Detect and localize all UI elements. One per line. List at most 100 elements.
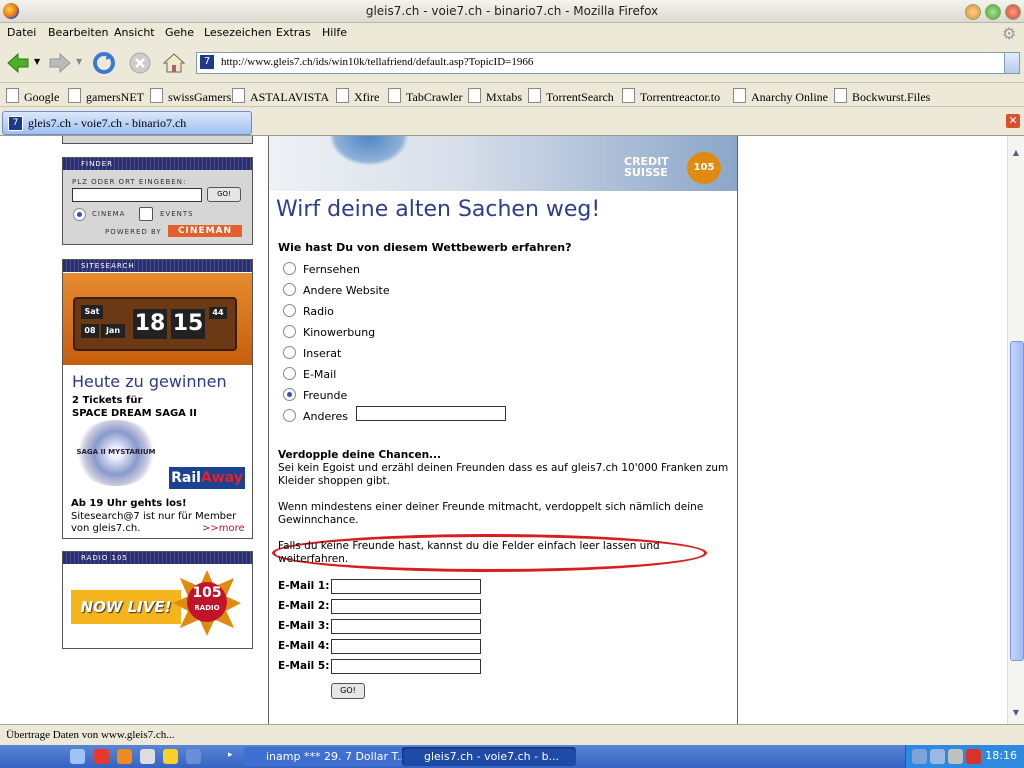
option-freunde[interactable]: Freunde — [283, 388, 347, 402]
option-radio[interactable]: Radio — [283, 304, 334, 318]
reload-icon[interactable] — [92, 51, 116, 75]
url-text[interactable]: http://www.gleis7.ch/ids/win10k/tellafri… — [221, 56, 533, 68]
events-checkbox[interactable] — [139, 207, 153, 221]
bookmark-bockwurst-files[interactable]: Bockwurst.Files — [834, 88, 930, 105]
task-winamp[interactable]: inamp *** 29. 7 Dollar T... — [244, 747, 412, 766]
bookmark-xfire[interactable]: Xfire — [336, 88, 379, 105]
tray-mail-icon[interactable] — [966, 749, 981, 764]
bookmark-google[interactable]: Google — [6, 88, 59, 105]
radio-inserat[interactable] — [283, 346, 296, 359]
close-window-button[interactable] — [1005, 4, 1021, 20]
option-anderes[interactable]: Anderes — [283, 409, 348, 423]
scroll-thumb[interactable] — [1010, 341, 1024, 661]
more-link[interactable]: >>more — [202, 523, 245, 534]
credit-suisse-banner[interactable]: CREDIT SUISSE 105 — [269, 136, 737, 191]
back-arrow-icon[interactable] — [6, 51, 30, 75]
promo-note2: Sitesearch@7 ist nur für Member — [71, 511, 237, 522]
radio105-badge[interactable]: 105 RADIO — [187, 582, 227, 622]
cinema-label: CINEMA — [92, 210, 126, 218]
bookmark-gamersnet[interactable]: gamersNET — [68, 88, 144, 105]
bookmark-swissgamers[interactable]: swissGamers — [150, 88, 231, 105]
finder-go-button[interactable]: GO! — [207, 187, 241, 202]
vertical-scrollbar[interactable]: ▲ ▼ — [1007, 136, 1024, 724]
radio-freunde[interactable] — [283, 388, 296, 401]
cineman-logo[interactable]: CINEMAN — [168, 225, 242, 237]
quicklaunch-browser-icon[interactable] — [70, 749, 85, 764]
powered-by-label: POWERED BY — [105, 228, 162, 236]
submit-go-button[interactable]: GO! — [331, 683, 365, 699]
anderes-text-input[interactable] — [356, 406, 506, 421]
bookmarks-toolbar: Google gamersNET swissGamers ASTALAVISTA… — [0, 84, 1024, 107]
back-dropdown-icon[interactable]: ▼ — [34, 57, 40, 66]
email4-input[interactable] — [331, 639, 481, 654]
quicklaunch-winamp-icon[interactable] — [140, 749, 155, 764]
tray-network-icon[interactable] — [912, 749, 927, 764]
task-firefox[interactable]: gleis7.ch - voie7.ch - b... — [402, 747, 576, 766]
scroll-down-arrow[interactable]: ▼ — [1010, 708, 1022, 720]
email1-input[interactable] — [331, 579, 481, 594]
option-kinowerbung[interactable]: Kinowerbung — [283, 325, 375, 339]
bookmark-astalavista[interactable]: ASTALAVISTA — [232, 88, 329, 105]
bookmark-torrentsearch[interactable]: TorrentSearch — [528, 88, 614, 105]
credit-suisse-logo: CREDIT SUISSE — [624, 155, 669, 179]
quicklaunch-firefox-icon[interactable] — [117, 749, 132, 764]
maximize-button[interactable] — [985, 4, 1001, 20]
close-tab-icon[interactable]: ✕ — [1006, 114, 1020, 128]
start-apple-icon[interactable] — [18, 748, 38, 765]
minimize-button[interactable] — [965, 4, 981, 20]
menu-bearbeiten[interactable]: Bearbeiten — [48, 26, 108, 39]
forward-arrow-icon[interactable] — [48, 51, 72, 75]
menu-gehe[interactable]: Gehe — [165, 26, 194, 39]
option-inserat[interactable]: Inserat — [283, 346, 341, 360]
bookmark-mxtabs[interactable]: Mxtabs — [468, 88, 522, 105]
email2-input[interactable] — [331, 599, 481, 614]
tab-gleis7[interactable]: 7 gleis7.ch - voie7.ch - binario7.ch — [2, 111, 252, 135]
cinema-radio[interactable] — [73, 208, 86, 221]
forward-dropdown-icon[interactable]: ▼ — [76, 57, 82, 66]
promo-note1: Ab 19 Uhr gehts los! — [71, 498, 187, 509]
radio-kinowerbung[interactable] — [283, 325, 296, 338]
scroll-up-arrow[interactable]: ▲ — [1010, 148, 1022, 160]
finder-prompt: PLZ ODER ORT EINGEBEN: — [72, 178, 187, 186]
events-label: EVENTS — [160, 210, 194, 218]
tray-display-icon[interactable] — [930, 749, 945, 764]
saga-mystarium-image[interactable]: SAGA II MYSTARIUM — [73, 420, 159, 486]
bookmark-anarchy-online[interactable]: Anarchy Online — [733, 88, 828, 105]
url-dropdown-button[interactable] — [1004, 53, 1019, 73]
menu-lesezeichen[interactable]: Lesezeichen — [204, 26, 272, 39]
now-live-banner[interactable]: NOW LIVE! — [71, 590, 181, 624]
menu-hilfe[interactable]: Hilfe — [322, 26, 347, 39]
radio-anderes[interactable] — [283, 409, 296, 422]
radio-fernsehen[interactable] — [283, 262, 296, 275]
menu-datei[interactable]: Datei — [7, 26, 36, 39]
option-email[interactable]: E-Mail — [283, 367, 336, 381]
menu-ansicht[interactable]: Ansicht — [114, 26, 155, 39]
quicklaunch-messenger-icon[interactable] — [163, 749, 178, 764]
quicklaunch-bug-icon[interactable] — [94, 749, 109, 764]
quicklaunch-media-icon[interactable] — [186, 749, 201, 764]
address-bar[interactable]: 7 http://www.gleis7.ch/ids/win10k/tellaf… — [196, 52, 1020, 74]
radio-radio[interactable] — [283, 304, 296, 317]
email5-input[interactable] — [331, 659, 481, 674]
railaway-logo[interactable]: RailAway — [169, 467, 245, 489]
option-andere-website[interactable]: Andere Website — [283, 283, 390, 297]
finder-input[interactable] — [72, 188, 202, 202]
clock-date: 08 — [81, 324, 99, 338]
radio-andere-website[interactable] — [283, 283, 296, 296]
navigation-toolbar: ▼ ▼ 7 http://www.gleis7.ch/ids/win10k/te… — [0, 44, 1024, 83]
home-icon[interactable] — [162, 51, 186, 75]
radio-email[interactable] — [283, 367, 296, 380]
menu-extras[interactable]: Extras — [276, 26, 311, 39]
throbber-icon: ⚙ — [1002, 24, 1017, 43]
email3-input[interactable] — [331, 619, 481, 634]
bookmark-tabcrawler[interactable]: TabCrawler — [388, 88, 462, 105]
stop-icon[interactable] — [128, 51, 152, 75]
sitesearch-header: SITESEARCH — [63, 260, 252, 272]
quicklaunch-expand-icon[interactable]: ▸ — [228, 750, 233, 760]
promo-line2: SPACE DREAM SAGA II — [72, 408, 197, 419]
promo-title[interactable]: Heute zu gewinnen — [72, 372, 227, 391]
bookmark-torrentreactor[interactable]: Torrentreactor.to — [622, 88, 720, 105]
option-fernsehen[interactable]: Fernsehen — [283, 262, 360, 276]
tray-volume-icon[interactable] — [948, 749, 963, 764]
banner-figure — [329, 136, 409, 166]
